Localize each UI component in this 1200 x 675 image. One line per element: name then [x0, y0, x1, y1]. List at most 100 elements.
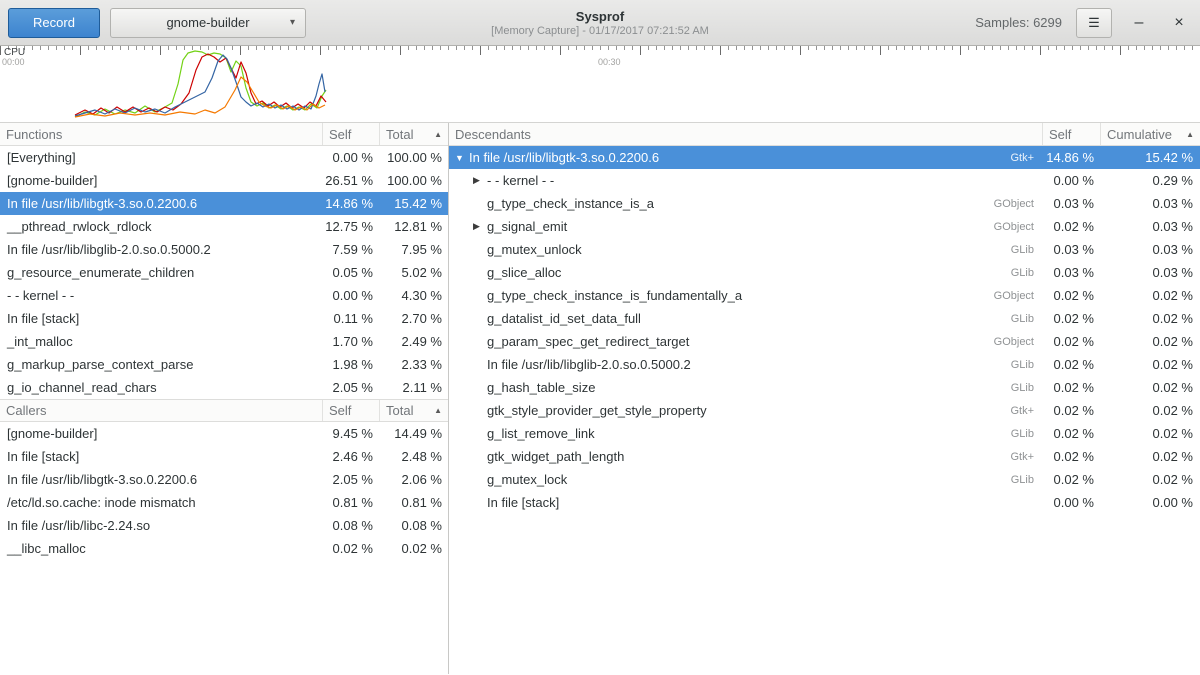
function-name: [gnome-builder] — [0, 173, 322, 188]
column-header-self[interactable]: Self — [322, 400, 379, 421]
column-header-total[interactable]: Total ▲ — [379, 123, 448, 145]
library-badge: GLib — [1011, 267, 1042, 279]
table-row[interactable]: In file [stack]2.46 %2.48 % — [0, 445, 448, 468]
self-percent: 14.86 % — [1042, 150, 1100, 165]
library-badge: GObject — [994, 290, 1042, 302]
table-row[interactable]: g_type_check_instance_is_fundamentally_a… — [449, 284, 1200, 307]
total-percent: 2.06 % — [379, 472, 448, 487]
table-row[interactable]: In file [stack]0.00 %0.00 % — [449, 491, 1200, 514]
column-header-descendants[interactable]: Descendants — [449, 123, 1042, 145]
self-percent: 0.02 % — [1042, 288, 1100, 303]
library-badge: Gtk+ — [1010, 451, 1042, 463]
table-row[interactable]: g_list_remove_linkGLib0.02 %0.02 % — [449, 422, 1200, 445]
process-selector-dropdown[interactable]: gnome-builder ▾ — [110, 8, 306, 38]
table-row[interactable]: In file /usr/lib/libglib-2.0.so.0.5000.2… — [0, 238, 448, 261]
table-row[interactable]: ▶g_signal_emitGObject0.02 %0.03 % — [449, 215, 1200, 238]
cumulative-percent: 0.03 % — [1100, 265, 1200, 280]
self-percent: 0.11 % — [322, 311, 379, 326]
library-badge: Gtk+ — [1010, 152, 1042, 164]
table-row[interactable]: g_resource_enumerate_children0.05 %5.02 … — [0, 261, 448, 284]
column-header-self[interactable]: Self — [1042, 123, 1100, 145]
menu-button[interactable]: ☰ — [1076, 8, 1112, 38]
self-percent: 1.98 % — [322, 357, 379, 372]
expander-closed-icon[interactable]: ▶ — [473, 221, 487, 232]
table-row[interactable]: ▶- - kernel - -0.00 %0.29 % — [449, 169, 1200, 192]
column-header-functions[interactable]: Functions — [0, 123, 322, 145]
cumulative-percent: 0.00 % — [1100, 495, 1200, 510]
self-percent: 0.02 % — [1042, 426, 1100, 441]
self-percent: 0.03 % — [1042, 242, 1100, 257]
total-percent: 100.00 % — [379, 173, 448, 188]
table-row[interactable]: g_slice_allocGLib0.03 %0.03 % — [449, 261, 1200, 284]
table-row[interactable]: g_datalist_id_set_data_fullGLib0.02 %0.0… — [449, 307, 1200, 330]
cumulative-percent: 0.02 % — [1100, 380, 1200, 395]
table-row[interactable]: __pthread_rwlock_rdlock12.75 %12.81 % — [0, 215, 448, 238]
table-row[interactable]: [Everything]0.00 %100.00 % — [0, 146, 448, 169]
table-row[interactable]: g_hash_table_sizeGLib0.02 %0.02 % — [449, 376, 1200, 399]
column-header-cumulative[interactable]: Cumulative ▲ — [1100, 123, 1200, 145]
self-percent: 2.05 % — [322, 380, 379, 395]
descendant-name-cell: g_slice_allocGLib — [449, 265, 1042, 280]
table-row[interactable]: __libc_malloc0.02 %0.02 % — [0, 537, 448, 560]
time-tick-mid: 00:30 — [598, 57, 621, 67]
table-row[interactable]: In file /usr/lib/libc-2.24.so0.08 %0.08 … — [0, 514, 448, 537]
self-percent: 9.45 % — [322, 426, 379, 441]
close-button[interactable]: × — [1166, 10, 1192, 36]
table-row[interactable]: In file /usr/lib/libgtk-3.so.0.2200.62.0… — [0, 468, 448, 491]
callers-table-body: [gnome-builder]9.45 %14.49 %In file [sta… — [0, 422, 448, 560]
table-row[interactable]: - - kernel - -0.00 %4.30 % — [0, 284, 448, 307]
cumulative-percent: 0.02 % — [1100, 472, 1200, 487]
table-row[interactable]: g_mutex_lockGLib0.02 %0.02 % — [449, 468, 1200, 491]
function-name: __pthread_rwlock_rdlock — [0, 219, 322, 234]
table-row[interactable]: /etc/ld.so.cache: inode mismatch0.81 %0.… — [0, 491, 448, 514]
library-badge: Gtk+ — [1010, 405, 1042, 417]
table-row[interactable]: [gnome-builder]26.51 %100.00 % — [0, 169, 448, 192]
table-row[interactable]: gtk_widget_path_lengthGtk+0.02 %0.02 % — [449, 445, 1200, 468]
table-row[interactable]: In file /usr/lib/libglib-2.0.so.0.5000.2… — [449, 353, 1200, 376]
function-name: - - kernel - - — [0, 288, 322, 303]
table-row[interactable]: In file [stack]0.11 %2.70 % — [0, 307, 448, 330]
table-row[interactable]: ▼In file /usr/lib/libgtk-3.so.0.2200.6Gt… — [449, 146, 1200, 169]
function-name: In file /usr/lib/libglib-2.0.so.0.5000.2 — [0, 242, 322, 257]
table-row[interactable]: _int_malloc1.70 %2.49 % — [0, 330, 448, 353]
descendant-name-cell: g_param_spec_get_redirect_targetGObject — [449, 334, 1042, 349]
cumulative-percent: 0.02 % — [1100, 426, 1200, 441]
total-percent: 2.48 % — [379, 449, 448, 464]
cumulative-percent: 0.03 % — [1100, 219, 1200, 234]
descendant-name-cell: ▼In file /usr/lib/libgtk-3.so.0.2200.6Gt… — [449, 150, 1042, 165]
self-percent: 2.46 % — [322, 449, 379, 464]
column-header-callers[interactable]: Callers — [0, 400, 322, 421]
column-header-self[interactable]: Self — [322, 123, 379, 145]
function-name: g_markup_parse_context_parse — [0, 357, 322, 372]
table-row[interactable]: In file /usr/lib/libgtk-3.so.0.2200.614.… — [0, 192, 448, 215]
cpu-graph[interactable]: CPU 00:00 00:30 — [0, 46, 1200, 123]
total-percent: 5.02 % — [379, 265, 448, 280]
function-name: [gnome-builder] — [0, 426, 322, 441]
self-percent: 0.00 % — [322, 288, 379, 303]
callers-table-header: Callers Self Total ▲ — [0, 399, 448, 422]
descendant-name-cell: gtk_style_provider_get_style_propertyGtk… — [449, 403, 1042, 418]
table-row[interactable]: g_mutex_unlockGLib0.03 %0.03 % — [449, 238, 1200, 261]
self-percent: 12.75 % — [322, 219, 379, 234]
table-row[interactable]: g_markup_parse_context_parse1.98 %2.33 % — [0, 353, 448, 376]
table-row[interactable]: g_type_check_instance_is_aGObject0.03 %0… — [449, 192, 1200, 215]
cumulative-percent: 0.02 % — [1100, 403, 1200, 418]
column-header-total[interactable]: Total ▲ — [379, 400, 448, 421]
function-name: In file /usr/lib/libglib-2.0.so.0.5000.2 — [487, 357, 691, 372]
table-row[interactable]: gtk_style_provider_get_style_propertyGtk… — [449, 399, 1200, 422]
table-row[interactable]: [gnome-builder]9.45 %14.49 % — [0, 422, 448, 445]
table-row[interactable]: g_io_channel_read_chars2.05 %2.11 % — [0, 376, 448, 399]
expander-open-icon[interactable]: ▼ — [455, 153, 469, 163]
total-percent: 12.81 % — [379, 219, 448, 234]
library-badge: GObject — [994, 198, 1042, 210]
minimize-button[interactable]: – — [1126, 10, 1152, 36]
record-button[interactable]: Record — [8, 8, 100, 38]
functions-table-body: [Everything]0.00 %100.00 %[gnome-builder… — [0, 146, 448, 399]
descendant-name-cell: g_list_remove_linkGLib — [449, 426, 1042, 441]
column-header-total-label: Total — [386, 403, 413, 418]
cumulative-percent: 0.02 % — [1100, 288, 1200, 303]
expander-closed-icon[interactable]: ▶ — [473, 175, 487, 186]
self-percent: 0.03 % — [1042, 265, 1100, 280]
descendants-table-body: ▼In file /usr/lib/libgtk-3.so.0.2200.6Gt… — [449, 146, 1200, 514]
table-row[interactable]: g_param_spec_get_redirect_targetGObject0… — [449, 330, 1200, 353]
